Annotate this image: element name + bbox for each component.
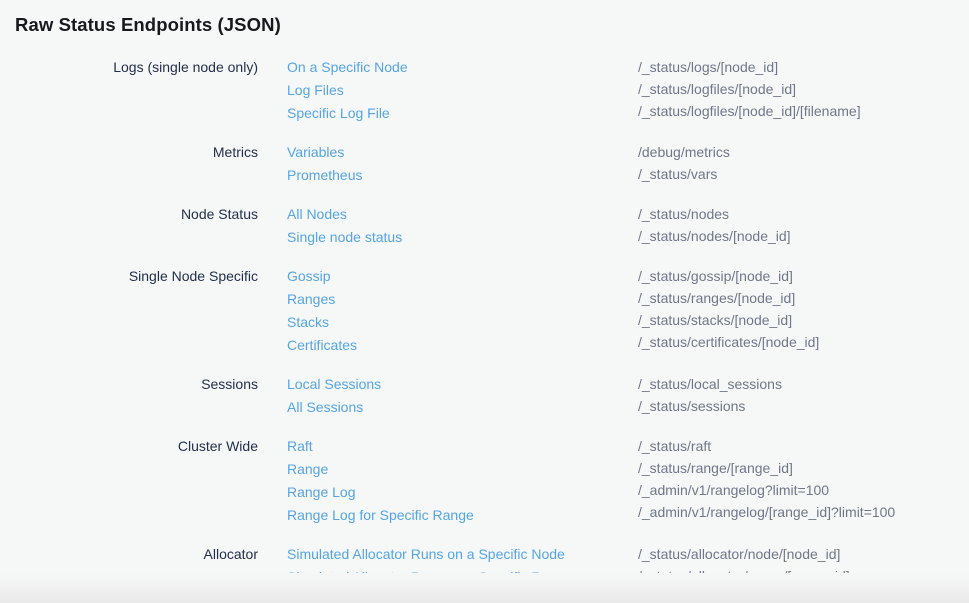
endpoint-link-row: Stacks [287,311,638,334]
endpoint-group: Sessions Local Sessions All Sessions /_stat… [0,373,969,419]
endpoint-path: /_status/stacks/[node_id] [638,309,969,331]
endpoint-link-row: Variables [287,141,638,164]
endpoint-group: Cluster Wide Raft Range Range Log Range Log … [0,435,969,527]
endpoint-link[interactable]: All Nodes [287,206,347,222]
endpoint-link[interactable]: On a Specific Node [287,59,408,75]
endpoint-link[interactable]: Single node status [287,229,402,245]
endpoint-group: Node Status All Nodes Single node status /_… [0,203,969,249]
endpoint-link[interactable]: Stacks [287,314,329,330]
endpoint-link[interactable]: Variables [287,144,344,160]
group-paths-column: /_status/raft/_status/range/[range_id]/_… [638,435,969,527]
endpoint-path: /_status/nodes [638,203,969,225]
endpoint-link-row: Simulated Allocator Runs on a Specific N… [287,543,638,566]
endpoint-link-row: Specific Log File [287,102,638,125]
endpoint-link[interactable]: Range Log for Specific Range [287,507,474,523]
group-links-column: On a Specific Node Log Files Specific Log … [287,56,638,125]
endpoint-link-row: Range Log for Specific Range [287,504,638,527]
endpoint-link[interactable]: Gossip [287,268,331,284]
endpoint-path: /_admin/v1/rangelog?limit=100 [638,479,969,501]
endpoint-path: /_status/gossip/[node_id] [638,265,969,287]
group-label: Cluster Wide [0,435,258,527]
group-links-column: All Nodes Single node status [287,203,638,249]
footer-strip [0,573,969,603]
endpoint-path: /_status/raft [638,435,969,457]
group-paths-column: /_status/nodes/_status/nodes/[node_id] [638,203,969,249]
endpoint-link-row: Single node status [287,226,638,249]
endpoint-group: Logs (single node only) On a Specific Nod… [0,56,969,125]
endpoint-link-row: Gossip [287,265,638,288]
endpoint-path: /_status/allocator/node/[node_id] [638,543,969,565]
endpoint-path: /_status/range/[range_id] [638,457,969,479]
endpoint-link-row: All Nodes [287,203,638,226]
group-links-column: Variables Prometheus [287,141,638,187]
endpoint-link-row: Range Log [287,481,638,504]
endpoint-path: /_status/nodes/[node_id] [638,225,969,247]
endpoint-path: /_status/certificates/[node_id] [638,331,969,353]
endpoint-group: Single Node Specific Gossip Ranges Stacks Ce… [0,265,969,357]
endpoint-link-row: Range [287,458,638,481]
endpoint-link[interactable]: Log Files [287,82,344,98]
group-label: Single Node Specific [0,265,258,357]
endpoint-groups: Logs (single node only) On a Specific Nod… [0,56,969,589]
group-links-column: Raft Range Range Log Range Log for Specific… [287,435,638,527]
endpoint-link-row: Ranges [287,288,638,311]
endpoint-link-row: All Sessions [287,396,638,419]
endpoint-link[interactable]: All Sessions [287,399,363,415]
endpoint-link[interactable]: Range Log [287,484,356,500]
group-paths-column: /debug/metrics/_status/vars [638,141,969,187]
endpoint-path: /_status/logs/[node_id] [638,56,969,78]
endpoint-path: /debug/metrics [638,141,969,163]
page-title: Raw Status Endpoints (JSON) [0,0,969,37]
raw-status-endpoints-page: Raw Status Endpoints (JSON) Logs (single… [0,0,969,603]
group-links-column: Gossip Ranges Stacks Certificates [287,265,638,357]
group-links-column: Local Sessions All Sessions [287,373,638,419]
endpoint-link[interactable]: Prometheus [287,167,362,183]
endpoint-link[interactable]: Certificates [287,337,357,353]
group-label: Metrics [0,141,258,187]
endpoint-path: /_status/logfiles/[node_id] [638,78,969,100]
endpoint-link[interactable]: Simulated Allocator Runs on a Specific N… [287,546,565,562]
endpoint-link-row: Raft [287,435,638,458]
endpoint-path: /_status/vars [638,163,969,185]
endpoint-link-row: Certificates [287,334,638,357]
group-label: Node Status [0,203,258,249]
endpoint-path: /_status/local_sessions [638,373,969,395]
endpoint-path: /_admin/v1/rangelog/[range_id]?limit=100 [638,501,969,523]
endpoint-link[interactable]: Specific Log File [287,105,390,121]
group-paths-column: /_status/local_sessions/_status/sessions [638,373,969,419]
endpoint-link-row: On a Specific Node [287,56,638,79]
endpoint-group: Metrics Variables Prometheus/debug/metrics… [0,141,969,187]
endpoint-path: /_status/logfiles/[node_id]/[filename] [638,100,969,122]
group-label: Sessions [0,373,258,419]
endpoint-link-row: Local Sessions [287,373,638,396]
endpoint-link[interactable]: Range [287,461,328,477]
group-paths-column: /_status/gossip/[node_id]/_status/ranges… [638,265,969,357]
endpoint-link[interactable]: Local Sessions [287,376,381,392]
endpoint-link-row: Prometheus [287,164,638,187]
endpoint-path: /_status/ranges/[node_id] [638,287,969,309]
endpoint-path: /_status/sessions [638,395,969,417]
endpoint-link[interactable]: Raft [287,438,313,454]
group-label: Logs (single node only) [0,56,258,125]
endpoint-link-row: Log Files [287,79,638,102]
group-paths-column: /_status/logs/[node_id]/_status/logfiles… [638,56,969,125]
endpoint-link[interactable]: Ranges [287,291,335,307]
